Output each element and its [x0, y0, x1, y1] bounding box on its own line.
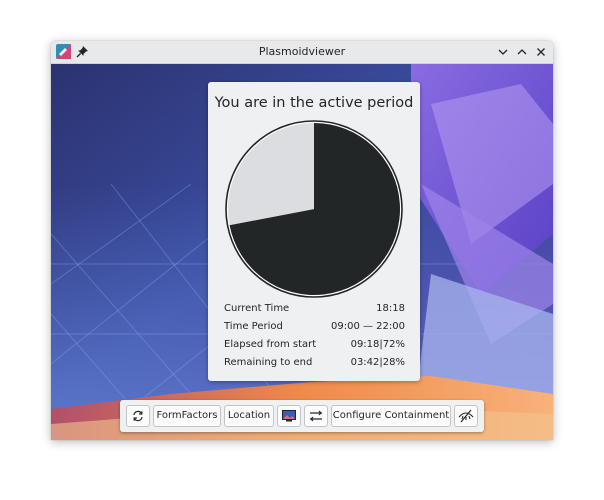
card-title: You are in the active period: [214, 95, 414, 111]
pie-chart: [225, 120, 403, 298]
window-title: Plasmoidviewer: [258, 45, 346, 58]
time-period-value: 09:00 — 22:00: [331, 321, 405, 332]
elapsed-value: 09:18|72%: [350, 339, 405, 350]
configure-containment-button[interactable]: Configure Containment: [331, 405, 451, 427]
plasmoid-toolbar: FormFactors Location Configure Containme…: [120, 400, 484, 432]
maximize-icon[interactable]: [515, 45, 529, 59]
hide-icon: [458, 409, 474, 423]
desktop-wallpaper: You are in the active period Current Tim…: [51, 64, 553, 440]
info-row-time-period: Time Period 09:00 — 22:00: [224, 321, 405, 337]
current-time-value: 18:18: [376, 303, 405, 314]
hide-button[interactable]: [454, 405, 478, 427]
refresh-button[interactable]: [126, 405, 150, 427]
title-bar[interactable]: Plasmoidviewer: [51, 41, 553, 64]
wallpaper-icon: [282, 410, 296, 422]
close-icon[interactable]: [534, 45, 548, 59]
info-row-elapsed: Elapsed from start 09:18|72%: [224, 339, 405, 355]
formfactors-button[interactable]: FormFactors: [153, 405, 221, 427]
remaining-label: Remaining to end: [224, 357, 313, 368]
wallpaper-button[interactable]: [277, 405, 301, 427]
info-row-current-time: Current Time 18:18: [224, 303, 405, 319]
time-period-label: Time Period: [224, 321, 283, 332]
elapsed-label: Elapsed from start: [224, 339, 317, 350]
remaining-value: 03:42|28%: [350, 357, 405, 368]
location-button[interactable]: Location: [224, 405, 274, 427]
settings-button[interactable]: [304, 405, 328, 427]
sliders-icon: [310, 410, 322, 422]
current-time-label: Current Time: [224, 303, 290, 314]
plasmoid-card: You are in the active period Current Tim…: [208, 82, 420, 381]
plasmoidviewer-window: Plasmoidviewer You are in the active per…: [51, 41, 553, 440]
minimize-icon[interactable]: [496, 45, 510, 59]
refresh-icon: [133, 410, 143, 422]
info-row-remaining: Remaining to end 03:42|28%: [224, 357, 405, 373]
pie-slice-remaining: [228, 123, 314, 226]
